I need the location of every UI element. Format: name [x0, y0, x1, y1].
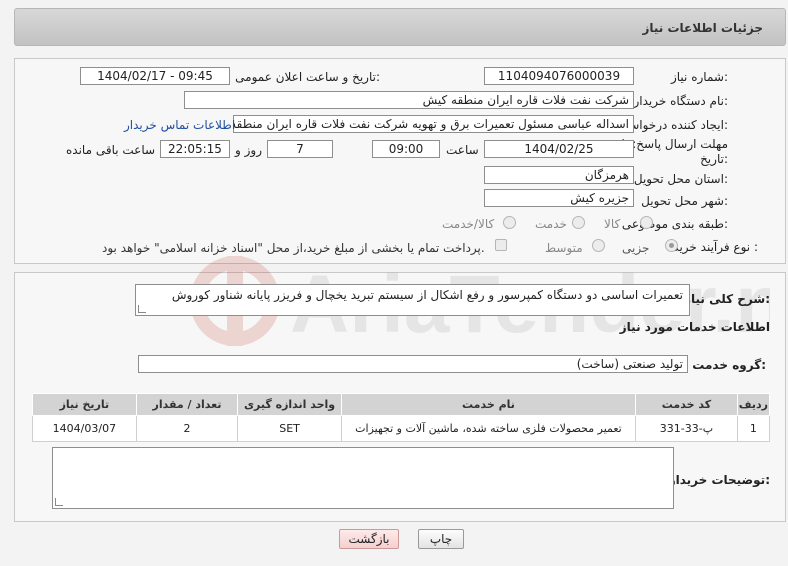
announce-date-field: 1404/02/17 - 09:45 — [80, 67, 230, 85]
need-number-label: شماره نیاز: — [670, 70, 728, 84]
cell-service-code: پ-33-331 — [635, 415, 738, 442]
category-radio-service[interactable] — [572, 216, 585, 229]
deadline-time-label: ساعت — [446, 143, 479, 157]
treasury-payment-note: پرداخت تمام یا بخشی از مبلغ خرید،از محل … — [102, 241, 485, 255]
cell-unit: SET — [237, 415, 342, 442]
need-info-panel — [14, 58, 786, 264]
back-button[interactable]: بازگشت — [339, 529, 399, 549]
category-radio-goods-service[interactable] — [503, 216, 516, 229]
deadline-date-field: 1404/02/25 — [484, 140, 634, 158]
col-need-date: تاریخ نیاز — [32, 393, 137, 416]
buyer-org-label: نام دستگاه خریدار: — [633, 94, 729, 108]
page-title: جزئیات اطلاعات نیاز — [642, 21, 763, 35]
category-option-service: خدمت — [535, 217, 567, 231]
process-option-minor: جزیی — [622, 241, 650, 255]
resize-grip-icon[interactable] — [55, 498, 63, 506]
buyer-contact-link[interactable]: اطلاعات تماس خریدار — [124, 118, 235, 132]
cell-need-date: 1404/03/07 — [32, 415, 137, 442]
province-field: هرمزگان — [484, 166, 634, 184]
page-header: جزئیات اطلاعات نیاز — [14, 8, 786, 46]
process-label: نوع فرآیند خرید : — [673, 240, 758, 254]
category-radio-goods[interactable] — [640, 216, 653, 229]
process-radio-medium[interactable] — [592, 239, 605, 252]
remaining-label: ساعت باقی مانده — [66, 143, 156, 157]
buyer-org-field: شرکت نفت فلات قاره ایران منطقه کیش — [184, 91, 634, 109]
process-option-medium: متوسط — [545, 241, 583, 255]
col-unit: واحد اندازه گیری — [237, 393, 342, 416]
print-button[interactable]: چاپ — [418, 529, 464, 549]
remaining-days-field: 7 — [267, 140, 333, 158]
services-table-header: ردیف کد خدمت نام خدمت واحد اندازه گیری ت… — [32, 393, 771, 416]
description-text: تعمیرات اساسی دو دستگاه کمپرسور و رفع اش… — [171, 288, 683, 302]
service-group-label: گروه خدمت: — [692, 358, 766, 372]
col-quantity: تعداد / مقدار — [135, 393, 239, 416]
col-row-number: ردیف — [736, 393, 771, 416]
category-option-goods-service: کالا/خدمت — [442, 217, 495, 231]
resize-grip-icon[interactable] — [138, 305, 146, 313]
category-label: طبقه بندی موضوعی: — [621, 217, 728, 231]
deadline-time-field: 09:00 — [372, 140, 440, 158]
treasury-payment-checkbox[interactable] — [495, 239, 507, 251]
description-textarea[interactable]: تعمیرات اساسی دو دستگاه کمپرسور و رفع اش… — [135, 284, 690, 316]
cell-row-number: 1 — [736, 415, 771, 442]
description-label: شرح کلی نیاز: — [684, 292, 770, 306]
city-field: جزیره کیش — [484, 189, 634, 207]
days-label: روز و — [235, 143, 262, 157]
requester-field: اسداله عباسی مسئول تعمیرات برق و تهویه ش… — [233, 115, 634, 133]
services-section-title: اطلاعات خدمات مورد نیاز — [619, 320, 770, 334]
table-row: 1 پ-33-331 تعمیر محصولات فلزی ساخته شده،… — [32, 415, 771, 442]
process-radio-minor[interactable] — [665, 239, 678, 252]
col-service-name: نام خدمت — [340, 393, 637, 416]
category-option-goods: کالا — [604, 217, 621, 231]
cell-quantity: 2 — [135, 415, 239, 442]
requester-label: ایجاد کننده درخواست: — [617, 118, 728, 132]
deadline-label-date: تاریخ: — [700, 152, 728, 166]
need-number-field: 1104094076000039 — [484, 67, 634, 85]
buyer-notes-textarea[interactable] — [52, 447, 674, 509]
col-service-code: کد خدمت — [635, 393, 738, 416]
service-group-field: تولید صنعتی (ساخت) — [138, 355, 688, 373]
province-label: استان محل تحویل: — [633, 172, 728, 186]
announce-date-label: تاریخ و ساعت اعلان عمومی: — [235, 70, 380, 84]
remaining-time-field: 22:05:15 — [160, 140, 230, 158]
city-label: شهر محل تحویل: — [641, 194, 728, 208]
deadline-label: مهلت ارسال پاسخ: تا — [621, 137, 728, 151]
services-table: ردیف کد خدمت نام خدمت واحد اندازه گیری ت… — [32, 393, 771, 442]
cell-service-name: تعمیر محصولات فلزی ساخته شده، ماشین آلات… — [340, 415, 637, 442]
buyer-notes-label: توضیحات خریدار: — [668, 473, 770, 487]
